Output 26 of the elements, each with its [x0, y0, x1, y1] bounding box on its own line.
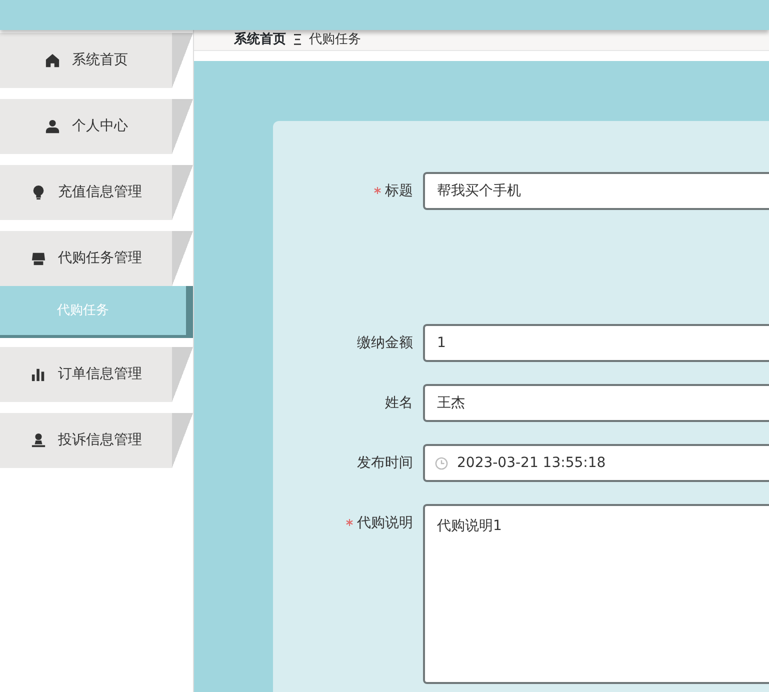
lightbulb-icon	[31, 185, 46, 200]
field-label: 代购说明	[357, 514, 413, 530]
user-icon	[45, 119, 60, 134]
stamp-icon	[31, 433, 46, 448]
description-field[interactable]: 代购说明1	[423, 504, 769, 684]
input-field[interactable]: 王杰	[423, 384, 769, 422]
sidebar-item[interactable]: 投诉信息管理	[0, 413, 193, 468]
home-icon	[45, 53, 60, 68]
sidebar-item[interactable]: 代购任务管理	[0, 231, 193, 286]
sidebar-item[interactable]: 个人中心	[0, 99, 193, 154]
sidebar-item[interactable]: 系统首页	[0, 33, 193, 88]
separator-icon	[294, 34, 301, 46]
clock-icon	[435, 456, 448, 470]
field-label: 发布时间	[357, 454, 413, 470]
field-label: 姓名	[385, 394, 413, 410]
sidebar-item[interactable]: 充值信息管理	[0, 165, 193, 220]
bar-chart-icon	[31, 367, 46, 382]
input-field[interactable]: 帮我买个手机	[423, 172, 769, 210]
field-label: 缴纳金额	[357, 334, 413, 350]
input-field[interactable]: 1	[423, 324, 769, 362]
breadcrumb-link[interactable]: 系统首页	[234, 30, 286, 50]
store-icon	[31, 251, 46, 266]
breadcrumb-current: 代购任务	[309, 31, 361, 49]
field-label: 标题	[385, 182, 413, 198]
datetime-field[interactable]: 2023-03-21 13:55:18	[423, 444, 769, 482]
sidebar-item[interactable]: 订单信息管理	[0, 347, 193, 402]
